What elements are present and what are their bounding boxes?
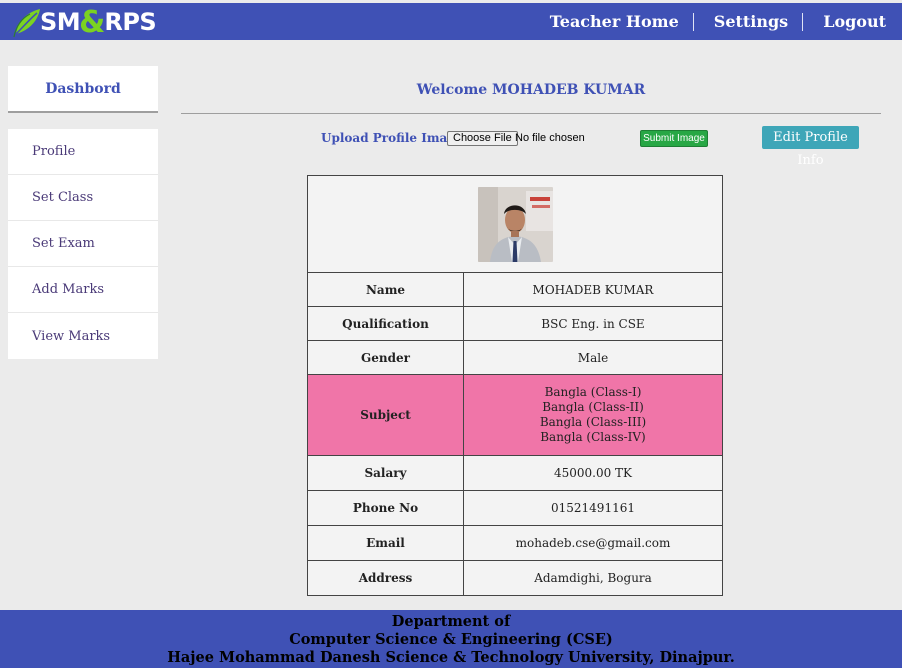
name-label: Name [307, 272, 464, 307]
sidebar-item-set-exam[interactable]: Set Exam [8, 221, 158, 267]
gender-value: Male [463, 340, 723, 375]
email-value: mohadeb.cse@gmail.com [463, 525, 723, 561]
welcome-text: Welcome MOHADEB KUMAR [416, 81, 646, 98]
logo-text-amp: & [79, 4, 106, 40]
table-row: Salary 45000.00 TK [307, 455, 723, 491]
email-label: Email [307, 525, 464, 561]
footer-dept-name: Computer Science & Engineering (CSE) [289, 631, 613, 648]
table-row: Qualification BSC Eng. in CSE [307, 306, 723, 341]
sidebar-item-set-class[interactable]: Set Class [8, 175, 158, 221]
qualification-value: BSC Eng. in CSE [463, 306, 723, 341]
logo-text-rps: RPS [104, 8, 157, 36]
nav-teacher-home-link[interactable]: Teacher Home [550, 12, 693, 31]
gender-label: Gender [307, 340, 464, 375]
subject-label: Subject [307, 374, 464, 456]
file-status-text: No file chosen [515, 132, 585, 144]
address-value: Adamdighi, Bogura [463, 560, 723, 596]
photo-cell [307, 175, 723, 273]
upload-form: Upload Profile Image: * Choose File No f… [181, 126, 881, 168]
logo-text-sm: SM [40, 8, 81, 36]
sidebar-item-view-marks[interactable]: View Marks [8, 313, 158, 359]
sidebar-item-profile[interactable]: Profile [8, 129, 158, 175]
qualification-label: Qualification [307, 306, 464, 341]
sidebar: Dashbord Profile Set Class Set Exam Add … [8, 66, 158, 359]
top-navbar: SM & RPS Teacher Home Settings Logout [0, 3, 902, 40]
subject-row: Subject Bangla (Class-I) Bangla (Class-I… [307, 374, 723, 456]
subject-item: Bangla (Class-III) [539, 415, 647, 429]
table-row: Name MOHADEB KUMAR [307, 272, 723, 307]
phone-label: Phone No [307, 490, 464, 526]
page-footer: Department of Computer Science & Enginee… [0, 610, 902, 668]
edit-profile-button[interactable]: Edit Profile Info [762, 126, 859, 168]
profile-table: Name MOHADEB KUMAR Qualification BSC Eng… [307, 175, 723, 596]
footer-university: Hajee Mohammad Danesh Science & Technolo… [167, 649, 735, 666]
choose-file-button[interactable]: Choose File [447, 131, 518, 146]
top-nav-links: Teacher Home Settings Logout [550, 3, 892, 40]
table-row: Email mohadeb.cse@gmail.com [307, 525, 723, 561]
sidebar-menu: Profile Set Class Set Exam Add Marks Vie… [8, 129, 158, 359]
salary-value: 45000.00 TK [463, 455, 723, 491]
salary-label: Salary [307, 455, 464, 491]
nav-logout-link[interactable]: Logout [802, 12, 892, 31]
footer-department: Department of [391, 613, 511, 630]
upload-label-text: Upload Profile Image: [321, 131, 468, 145]
profile-photo [477, 186, 553, 262]
address-label: Address [307, 560, 464, 596]
sidebar-item-add-marks[interactable]: Add Marks [8, 267, 158, 313]
submit-image-button[interactable]: Submit Image [640, 130, 708, 147]
photo-row [307, 175, 723, 273]
name-value: MOHADEB KUMAR [463, 272, 723, 307]
subject-item: Bangla (Class-IV) [540, 430, 646, 444]
subject-item: Bangla (Class-II) [542, 400, 644, 414]
subject-list: Bangla (Class-I) Bangla (Class-II) Bangl… [463, 374, 723, 456]
welcome-heading: Welcome MOHADEB KUMAR [181, 66, 881, 114]
table-row: Address Adamdighi, Bogura [307, 560, 723, 596]
phone-value: 01521491161 [463, 490, 723, 526]
sidebar-heading[interactable]: Dashbord [8, 66, 158, 113]
sidebar-heading-label: Dashbord [45, 80, 121, 97]
nav-settings-link[interactable]: Settings [692, 12, 802, 31]
table-row: Gender Male [307, 340, 723, 375]
table-row: Phone No 01521491161 [307, 490, 723, 526]
app-logo[interactable]: SM & RPS [10, 4, 157, 40]
subject-item: Bangla (Class-I) [544, 385, 642, 399]
